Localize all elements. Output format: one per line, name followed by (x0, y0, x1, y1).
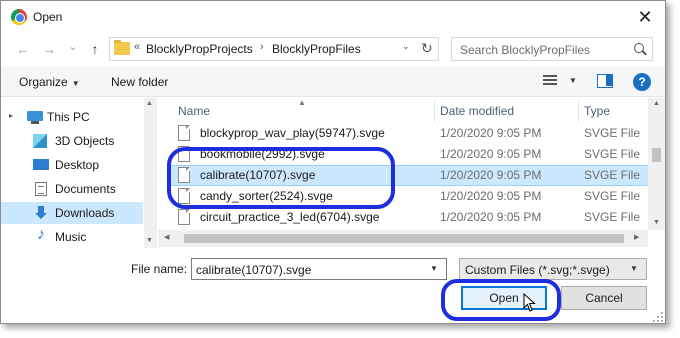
close-button[interactable]: ✕ (627, 3, 663, 31)
nav-item-documents[interactable]: Documents (1, 178, 143, 200)
title-bar: Open ✕ (1, 1, 665, 33)
nav-item-this-pc[interactable]: ▸ This PC (1, 106, 143, 128)
window-title: Open (33, 10, 63, 24)
view-options-icon[interactable] (543, 75, 557, 87)
scroll-left-icon[interactable]: ◀ (164, 233, 169, 241)
address-bar[interactable]: « BlocklyPropProjects › BlocklyPropFiles… (109, 37, 439, 61)
scroll-down-icon[interactable]: ▼ (653, 219, 660, 226)
column-divider[interactable] (578, 100, 579, 122)
file-row[interactable]: blockyprop_wav_play(59747).svge 1/20/202… (170, 123, 652, 144)
search-icon (634, 43, 644, 53)
nav-item-desktop[interactable]: Desktop (1, 154, 143, 176)
desktop-icon (33, 159, 49, 170)
breadcrumb-separator[interactable]: › (260, 41, 264, 53)
scroll-thumb[interactable] (652, 148, 661, 162)
nav-item-label: This PC (47, 110, 90, 124)
nav-item-label: Desktop (55, 158, 100, 172)
file-icon (178, 209, 190, 225)
column-header-date[interactable]: Date modified (440, 104, 514, 118)
sort-ascending-icon: ▲ (298, 98, 306, 107)
recent-locations-button[interactable]: ⌄ (63, 37, 83, 57)
file-date: 1/20/2020 9:05 PM (440, 147, 542, 161)
view-dropdown-icon[interactable]: ▼ (569, 76, 577, 85)
organize-label: Organize (19, 75, 68, 89)
file-date: 1/20/2020 9:05 PM (440, 189, 542, 203)
expand-icon[interactable]: ▸ (9, 111, 13, 120)
resize-grip-icon[interactable] (653, 311, 663, 322)
scroll-up-icon[interactable]: ▲ (653, 100, 660, 107)
highlight-oval-open-button (441, 279, 561, 321)
chevron-down-icon: ▼ (71, 79, 80, 88)
file-list-horizontal-scrollbar[interactable]: ◀ ▶ (158, 230, 648, 247)
command-toolbar: Organize ▼ New folder ▼ ? (1, 67, 665, 97)
file-date: 1/20/2020 9:05 PM (440, 126, 542, 140)
breadcrumb-overflow[interactable]: « (134, 41, 140, 53)
help-icon[interactable]: ? (633, 73, 651, 91)
nav-item-3d-objects[interactable]: 3D Objects (1, 130, 143, 152)
nav-item-label: Music (55, 230, 87, 244)
open-dialog: Open ✕ ← → ⌄ ↑ « BlocklyPropProjects › B… (0, 0, 666, 324)
3d-objects-icon (33, 134, 47, 148)
chrome-icon (11, 9, 27, 25)
downloads-icon (35, 206, 47, 220)
refresh-icon[interactable]: ↻ (421, 40, 433, 57)
column-divider[interactable] (434, 100, 435, 122)
up-button[interactable]: ↑ (85, 39, 105, 59)
file-type: SVGE File (584, 189, 641, 203)
nav-item-label: 3D Objects (55, 134, 115, 148)
scroll-right-icon[interactable]: ▶ (634, 233, 639, 241)
file-date: 1/20/2020 9:05 PM (440, 168, 542, 182)
file-name: blockyprop_wav_play(59747).svge (200, 126, 385, 140)
file-list-vertical-scrollbar[interactable]: ▲ ▼ (648, 98, 665, 230)
nav-item-downloads[interactable]: Downloads (1, 202, 143, 224)
navigation-pane: ▸ This PC 3D Objects Desktop Documents D… (1, 98, 157, 248)
file-type: SVGE File (584, 126, 641, 140)
organize-button[interactable]: Organize ▼ (19, 75, 80, 89)
column-header-type[interactable]: Type (584, 104, 610, 118)
documents-icon (35, 182, 47, 196)
folder-icon (114, 40, 130, 55)
file-type-filter[interactable]: Custom Files (*.svg;*.svge) ▼ (459, 258, 647, 280)
scroll-down-icon[interactable]: ▼ (146, 237, 153, 244)
cancel-button[interactable]: Cancel (561, 286, 647, 310)
search-placeholder: Search BlocklyPropFiles (460, 43, 591, 57)
chevron-down-icon[interactable]: ▼ (630, 264, 638, 273)
search-input[interactable]: Search BlocklyPropFiles (451, 37, 653, 61)
file-type: SVGE File (584, 168, 641, 182)
nav-item-label: Documents (55, 182, 116, 196)
nav-item-label: Downloads (55, 206, 115, 220)
file-row[interactable]: circuit_practice_3_led(6704).svge 1/20/2… (170, 207, 652, 228)
address-dropdown-icon[interactable]: ⌄ (402, 41, 410, 52)
nav-item-music[interactable]: ♪ Music (1, 226, 143, 248)
file-name: circuit_practice_3_led(6704).svge (200, 210, 380, 224)
new-folder-button[interactable]: New folder (111, 75, 168, 89)
nav-scrollbar[interactable]: ▲ ▼ (144, 98, 157, 248)
breadcrumb-blocklypropfiles[interactable]: BlocklyPropFiles (272, 42, 361, 56)
highlight-oval-selected-file (167, 147, 395, 209)
music-icon: ♪ (37, 226, 45, 243)
file-date: 1/20/2020 9:05 PM (440, 210, 542, 224)
computer-icon (27, 111, 43, 124)
file-type: SVGE File (584, 210, 641, 224)
preview-pane-icon[interactable] (597, 74, 613, 88)
scroll-thumb[interactable] (184, 234, 624, 243)
file-icon (178, 125, 190, 141)
scroll-up-icon[interactable]: ▲ (146, 100, 153, 107)
file-name-value: calibrate(10707).svge (196, 263, 312, 277)
file-name-label: File name: (131, 262, 188, 276)
breadcrumb-blocklypropprojects[interactable]: BlocklyPropProjects (146, 42, 253, 56)
file-name-field[interactable]: calibrate(10707).svge ▼ (191, 258, 447, 280)
file-type-filter-value: Custom Files (*.svg;*.svge) (465, 263, 610, 277)
back-button[interactable]: ← (13, 39, 33, 59)
file-type: SVGE File (584, 147, 641, 161)
column-header-name[interactable]: Name (178, 104, 210, 118)
forward-button[interactable]: → (39, 39, 59, 59)
chevron-down-icon[interactable]: ▼ (430, 264, 438, 273)
